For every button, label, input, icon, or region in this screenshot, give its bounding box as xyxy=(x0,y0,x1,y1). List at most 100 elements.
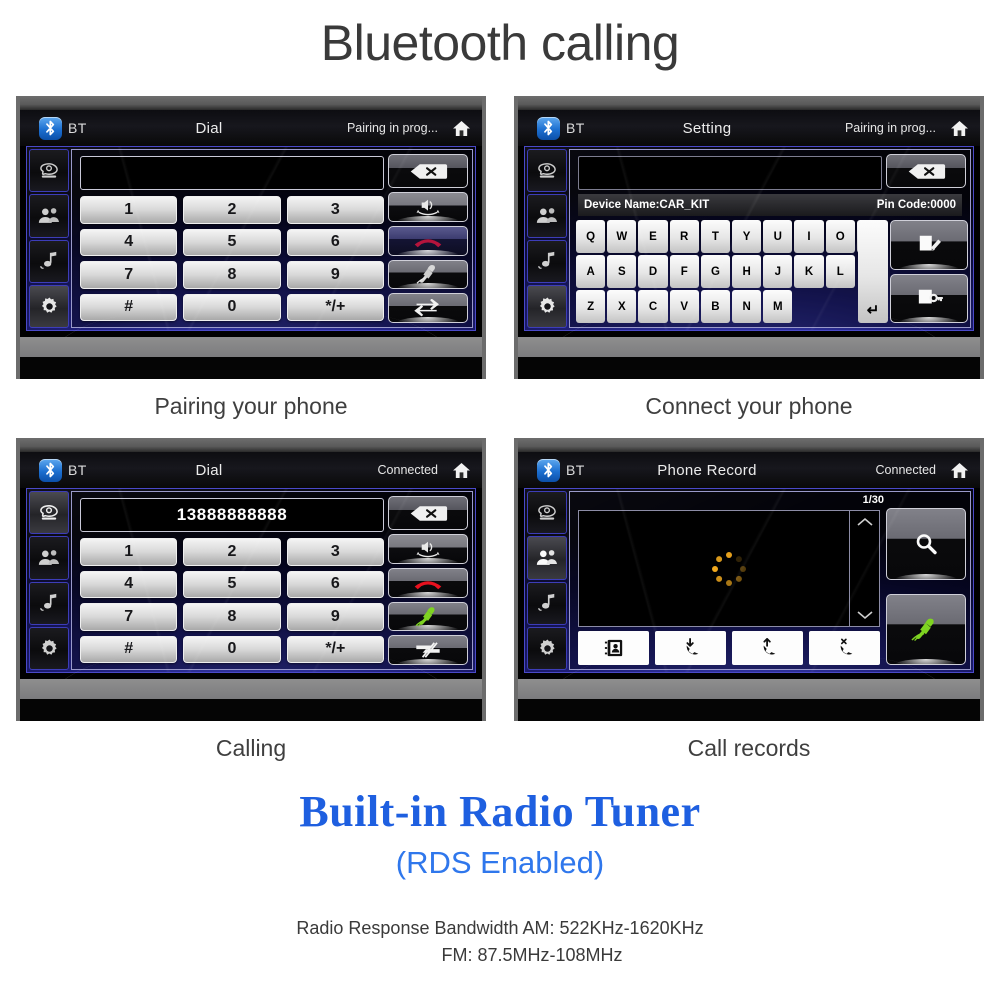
sidebar-item-settings[interactable] xyxy=(527,284,567,328)
key-i[interactable]: I xyxy=(794,220,824,253)
key-u[interactable]: U xyxy=(763,220,793,253)
sidebar-item-phone[interactable] xyxy=(29,491,69,535)
key-y[interactable]: Y xyxy=(732,220,762,253)
edit-name-icon[interactable] xyxy=(890,220,968,270)
home-icon[interactable] xyxy=(944,457,974,483)
end-call-icon[interactable] xyxy=(388,567,468,598)
key-0[interactable]: 0 xyxy=(183,293,281,321)
key-7[interactable]: 7 xyxy=(80,261,178,289)
key-c[interactable]: C xyxy=(638,290,668,323)
key-n[interactable]: N xyxy=(732,290,762,323)
answer-call-icon[interactable] xyxy=(388,259,468,290)
sidebar-item-settings[interactable] xyxy=(29,626,69,670)
dial-number-display[interactable] xyxy=(80,156,384,190)
home-icon[interactable] xyxy=(446,457,476,483)
key-4[interactable]: 4 xyxy=(80,570,178,598)
speaker-transfer-icon[interactable] xyxy=(388,534,468,564)
key-a[interactable]: A xyxy=(576,255,606,288)
key-m[interactable]: M xyxy=(763,290,793,323)
mute-icon[interactable] xyxy=(388,635,468,665)
key-4[interactable]: 4 xyxy=(80,228,178,256)
dial-number-display[interactable]: 13888888888 xyxy=(80,498,384,532)
swap-audio-icon[interactable] xyxy=(388,293,468,323)
panel-caption-connect: Connect your phone xyxy=(645,393,853,419)
missed-call-icon[interactable] xyxy=(809,631,880,665)
key-1[interactable]: 1 xyxy=(80,538,178,566)
key-k[interactable]: K xyxy=(794,255,824,288)
outgoing-call-icon[interactable] xyxy=(732,631,803,665)
sidebar-item-music[interactable] xyxy=(29,239,69,283)
key-z[interactable]: Z xyxy=(576,290,606,323)
sidebar-item-phone[interactable] xyxy=(527,149,567,193)
home-icon[interactable] xyxy=(446,115,476,141)
device-name-input[interactable] xyxy=(578,156,882,190)
key-r[interactable]: R xyxy=(669,220,699,253)
key-9[interactable]: 9 xyxy=(286,261,384,289)
key-hash[interactable]: # xyxy=(80,293,178,321)
key-v[interactable]: V xyxy=(669,290,699,323)
sidebar-item-phone[interactable] xyxy=(527,491,567,535)
answer-call-icon[interactable] xyxy=(388,601,468,632)
backspace-icon[interactable] xyxy=(388,496,468,530)
key-5[interactable]: 5 xyxy=(183,228,281,256)
phonebook-icon[interactable] xyxy=(578,631,649,665)
key-5[interactable]: 5 xyxy=(183,570,281,598)
key-8[interactable]: 8 xyxy=(183,261,281,289)
enter-key[interactable]: ↵ xyxy=(858,220,888,323)
head-unit-device: BT Setting Pairing in prog... Device Nam… xyxy=(514,96,984,379)
sidebar-item-phone[interactable] xyxy=(29,149,69,193)
answer-call-icon[interactable] xyxy=(886,593,966,665)
key-b[interactable]: B xyxy=(700,290,731,323)
home-icon[interactable] xyxy=(944,115,974,141)
key-8[interactable]: 8 xyxy=(183,603,281,631)
key-star[interactable]: */+ xyxy=(286,293,384,321)
list-scrollbar[interactable] xyxy=(849,511,879,626)
call-record-list[interactable] xyxy=(578,510,880,627)
key-q[interactable]: Q xyxy=(576,220,606,253)
key-1[interactable]: 1 xyxy=(80,196,178,224)
key-2[interactable]: 2 xyxy=(183,196,281,224)
key-h[interactable]: H xyxy=(732,255,762,288)
sidebar-item-settings[interactable] xyxy=(29,284,69,328)
sidebar-item-contacts[interactable] xyxy=(527,536,567,580)
key-star[interactable]: */+ xyxy=(286,635,384,663)
incoming-call-icon[interactable] xyxy=(655,631,726,665)
key-l[interactable]: L xyxy=(825,255,855,288)
key-hash[interactable]: # xyxy=(80,635,178,663)
key-x[interactable]: X xyxy=(607,290,637,323)
key-o[interactable]: O xyxy=(825,220,855,253)
key-6[interactable]: 6 xyxy=(286,570,384,598)
search-icon[interactable] xyxy=(886,508,966,580)
backspace-icon[interactable] xyxy=(886,154,966,188)
sidebar-item-contacts[interactable] xyxy=(29,194,69,238)
key-2[interactable]: 2 xyxy=(183,538,281,566)
sidebar-item-music[interactable] xyxy=(527,581,567,625)
key-t[interactable]: T xyxy=(700,220,731,253)
sidebar-item-music[interactable] xyxy=(527,239,567,283)
speaker-transfer-icon[interactable] xyxy=(388,192,468,222)
edit-pin-icon[interactable] xyxy=(890,273,968,323)
key-0[interactable]: 0 xyxy=(183,635,281,663)
sidebar-item-contacts[interactable] xyxy=(29,536,69,580)
sidebar xyxy=(29,491,69,670)
device-top-bezel xyxy=(518,96,980,110)
key-g[interactable]: G xyxy=(700,255,731,288)
sidebar-item-contacts[interactable] xyxy=(527,194,567,238)
key-3[interactable]: 3 xyxy=(286,538,384,566)
key-j[interactable]: J xyxy=(763,255,793,288)
key-3[interactable]: 3 xyxy=(286,196,384,224)
end-call-icon[interactable] xyxy=(388,225,468,256)
sidebar-item-settings[interactable] xyxy=(527,626,567,670)
key-s[interactable]: S xyxy=(607,255,637,288)
key-d[interactable]: D xyxy=(638,255,668,288)
key-w[interactable]: W xyxy=(607,220,637,253)
backspace-icon[interactable] xyxy=(388,154,468,188)
key-9[interactable]: 9 xyxy=(286,603,384,631)
sidebar-item-music[interactable] xyxy=(29,581,69,625)
key-e[interactable]: E xyxy=(638,220,668,253)
key-6[interactable]: 6 xyxy=(286,228,384,256)
key-7[interactable]: 7 xyxy=(80,603,178,631)
space-key[interactable] xyxy=(794,290,823,323)
call-action-column xyxy=(388,192,468,323)
key-f[interactable]: F xyxy=(669,255,699,288)
